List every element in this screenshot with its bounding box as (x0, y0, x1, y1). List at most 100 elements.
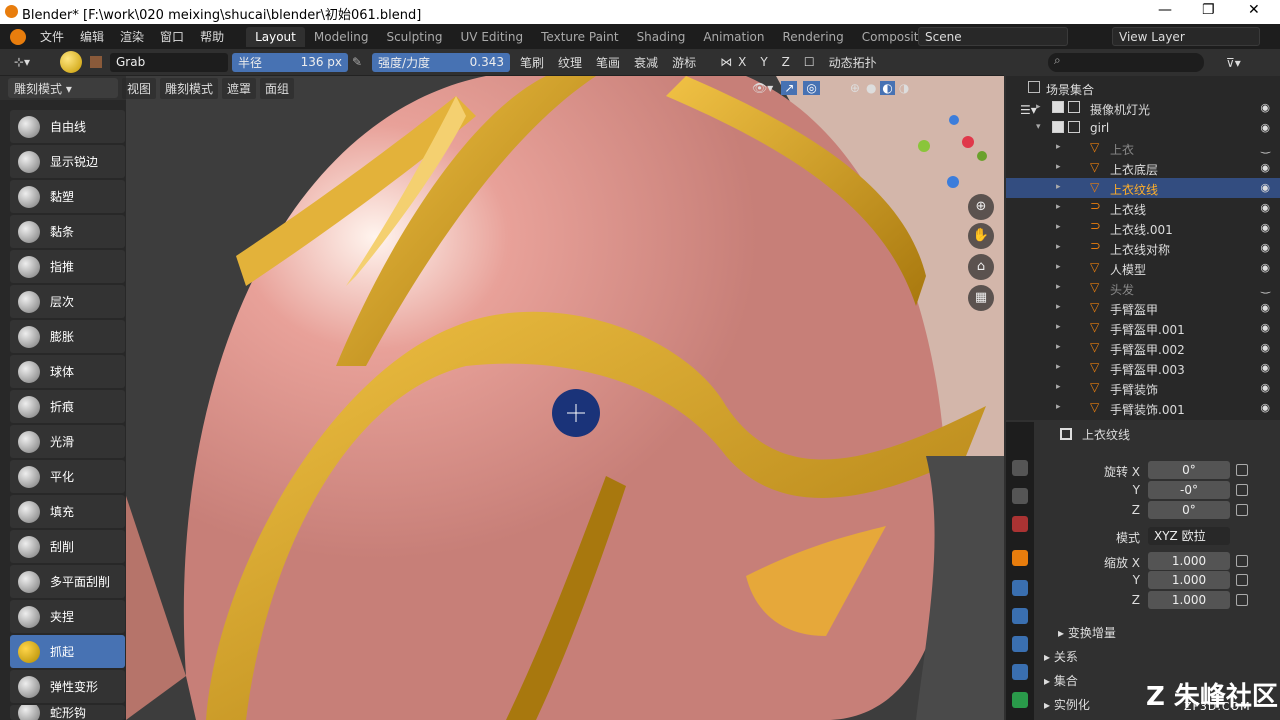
lock-icon[interactable] (1236, 484, 1248, 496)
checkbox[interactable] (1052, 101, 1064, 113)
maximize-button[interactable]: ❐ (1202, 2, 1215, 18)
scale-y-field[interactable]: 1.000 (1148, 571, 1230, 589)
section-delta-transform[interactable]: ▸ 变换增量 (1058, 624, 1116, 641)
outliner-item[interactable]: ▸ ⊃ 上衣线 ◉ (1006, 198, 1280, 218)
outliner-item[interactable]: ▸ ▽ 手臂装饰 ◉ (1006, 378, 1280, 398)
filter-icon[interactable]: ⊽▾ (1226, 56, 1241, 70)
gizmo-toggle-icon[interactable]: ↗ (781, 81, 798, 95)
texture-menu[interactable]: 纹理 (552, 54, 588, 71)
expand-arrow-icon[interactable]: ▾ (1036, 122, 1041, 132)
lock-icon[interactable] (1236, 574, 1248, 586)
expand-arrow-icon[interactable]: ▸ (1056, 282, 1061, 292)
brush-name-field[interactable]: Grab (110, 52, 228, 72)
expand-arrow-icon[interactable]: ▸ (1056, 262, 1061, 272)
tool-clay[interactable]: 黏塑 (10, 180, 125, 213)
tab-shading[interactable]: Shading (628, 27, 695, 47)
eye-icon[interactable]: ◉ (1260, 381, 1270, 394)
tab-modeling[interactable]: Modeling (305, 27, 378, 47)
tab-modifier-icon[interactable] (1012, 580, 1028, 596)
scale-x-field[interactable]: 1.000 (1148, 552, 1230, 570)
menu-help[interactable]: 帮助 (192, 28, 232, 45)
outliner-item[interactable]: ▸ ▽ 上衣纹线 ◉ (1006, 178, 1280, 198)
tool-smooth[interactable]: 光滑 (10, 425, 125, 458)
menu-face-sets[interactable]: 面组 (260, 77, 295, 99)
falloff-menu[interactable]: 衰减 (628, 54, 664, 71)
expand-arrow-icon[interactable]: ▸ (1056, 302, 1061, 312)
expand-arrow-icon[interactable]: ▸ (1056, 322, 1061, 332)
expand-arrow-icon[interactable]: ▸ (1036, 102, 1041, 112)
ortho-grid-icon[interactable]: ▦ (968, 285, 994, 311)
sculpt-model-view[interactable] (126, 76, 1004, 720)
eye-icon[interactable]: ◉ (1260, 301, 1270, 314)
eye-icon[interactable]: ◉ (1260, 261, 1270, 274)
dyntopo-label[interactable]: 动态拓扑 (823, 54, 883, 71)
eye-icon[interactable]: ◉ (1260, 101, 1270, 114)
rendered-shading-icon[interactable]: ◑ (899, 81, 909, 95)
tool-clay-strips[interactable]: 黏条 (10, 215, 125, 248)
expand-arrow-icon[interactable]: ▸ (1056, 342, 1061, 352)
tool-clay-thumb[interactable]: 指推 (10, 250, 125, 283)
menu-mask[interactable]: 遮罩 (222, 77, 257, 99)
view-layer-selector[interactable]: View Layer (1112, 27, 1260, 46)
outliner-search-input[interactable]: ⌕ (1048, 53, 1204, 72)
minimize-button[interactable]: — (1158, 2, 1172, 18)
zoom-icon[interactable]: ⊕ (968, 194, 994, 220)
symmetry-icon[interactable]: ⋈ (720, 55, 732, 69)
outliner-item[interactable]: ▸ ▽ 手臂盔甲.002 ◉ (1006, 338, 1280, 358)
tool-snake-hook[interactable]: 蛇形钩 (10, 705, 125, 720)
tab-constraints-icon[interactable] (1012, 664, 1028, 680)
symmetry-z[interactable]: Z (776, 55, 796, 69)
tab-animation[interactable]: Animation (694, 27, 773, 47)
eye-icon[interactable]: ◉ (1260, 181, 1270, 194)
eye-icon[interactable]: ◉ (1260, 241, 1270, 254)
menu-render[interactable]: 渲染 (112, 28, 152, 45)
tab-physics-icon[interactable] (1012, 636, 1028, 652)
eye-icon[interactable]: ◉ (1260, 401, 1270, 414)
outliner-item[interactable]: ▸ ⊃ 上衣线对称 ◉ (1006, 238, 1280, 258)
eye-icon[interactable]: ◉ (1260, 161, 1270, 174)
radius-field[interactable]: 半径 136 px (232, 52, 348, 72)
tool-inflate[interactable]: 膨胀 (10, 320, 125, 353)
editor-type-icon[interactable]: ⊹▾ (0, 55, 60, 69)
menu-window[interactable]: 窗口 (152, 28, 192, 45)
outliner-item[interactable]: ▸ ▽ 头发 ‿ (1006, 278, 1280, 298)
material-shading-icon[interactable]: ◐ (880, 81, 895, 95)
menu-view[interactable]: 视图 (122, 77, 157, 99)
tool-multiplane-scrape[interactable]: 多平面刮削 (10, 565, 125, 598)
expand-arrow-icon[interactable]: ▸ (1056, 362, 1061, 372)
eye-icon[interactable]: ◉ (1260, 201, 1270, 214)
dyntopo-checkbox[interactable]: ☐ (798, 55, 821, 69)
tab-sculpting[interactable]: Sculpting (377, 27, 451, 47)
scene-selector[interactable]: Scene (918, 27, 1068, 46)
expand-arrow-icon[interactable]: ▸ (1056, 402, 1061, 412)
scale-z-field[interactable]: 1.000 (1148, 591, 1230, 609)
rotation-x-field[interactable]: 0° (1148, 461, 1230, 479)
rotation-y-field[interactable]: -0° (1148, 481, 1230, 499)
expand-arrow-icon[interactable]: ▸ (1056, 222, 1061, 232)
outliner-item[interactable]: ▸ 摄像机灯光 ◉ (1006, 98, 1280, 118)
tab-particles-icon[interactable] (1012, 608, 1028, 624)
outliner-item[interactable]: ▸ ▽ 上衣 ‿ (1006, 138, 1280, 158)
eye-icon[interactable]: ◉ (1260, 341, 1270, 354)
tool-elastic-deform[interactable]: 弹性变形 (10, 670, 125, 703)
outliner-item[interactable]: ▾ girl ◉ (1006, 118, 1280, 138)
eye-icon[interactable]: ◉ (1260, 321, 1270, 334)
tool-draw[interactable]: 自由线 (10, 110, 125, 143)
outliner-item[interactable]: ▸ ▽ 手臂装饰.001 ◉ (1006, 398, 1280, 418)
section-collections[interactable]: ▸ 集合 (1044, 672, 1078, 689)
rotation-mode-select[interactable]: XYZ 欧拉 (1148, 527, 1230, 545)
outliner-item[interactable]: ▸ ⊃ 上衣线.001 ◉ (1006, 218, 1280, 238)
overlay-toggle-icon[interactable]: ◎ (803, 81, 820, 95)
tool-layer[interactable]: 层次 (10, 285, 125, 318)
menu-edit[interactable]: 编辑 (72, 28, 112, 45)
expand-arrow-icon[interactable]: ▸ (1056, 382, 1061, 392)
symmetry-y[interactable]: Y (754, 55, 773, 69)
hidden-eye-icon[interactable]: ‿ (1261, 281, 1270, 294)
lock-icon[interactable] (1236, 594, 1248, 606)
outliner-item[interactable]: ▸ ▽ 人模型 ◉ (1006, 258, 1280, 278)
symmetry-x[interactable]: X (732, 55, 752, 69)
hidden-eye-icon[interactable]: ‿ (1261, 141, 1270, 154)
tab-scene-icon[interactable] (1012, 488, 1028, 504)
solid-shading-icon[interactable]: ● (866, 81, 876, 95)
expand-arrow-icon[interactable]: ▸ (1056, 142, 1061, 152)
